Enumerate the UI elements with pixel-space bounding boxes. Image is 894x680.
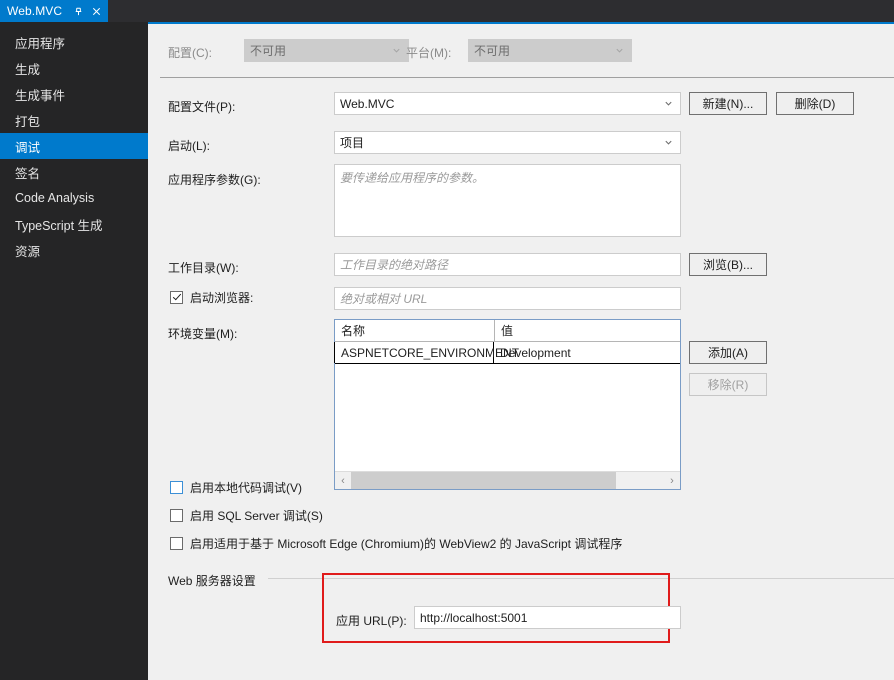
launch-label: 启动(L):	[168, 139, 211, 153]
launch-browser-label: 启动浏览器:	[190, 291, 254, 305]
table-row[interactable]: ASPNETCORE_ENVIRONMENT Development	[334, 342, 680, 364]
enable-webview2-js-debugging-label: 启用适用于基于 Microsoft Edge (Chromium)的 WebVi…	[190, 537, 623, 551]
browser-url-input[interactable]: 绝对或相对 URL	[334, 287, 681, 310]
table-horizontal-scrollbar[interactable]: ‹ ›	[335, 471, 680, 489]
sidebar-item-label: 生成	[15, 62, 41, 77]
platform-value: 不可用	[474, 44, 511, 58]
launch-browser-checkbox[interactable]	[170, 291, 183, 304]
tab-strip: Web.MVC	[0, 0, 894, 22]
sidebar-item-label: 生成事件	[15, 88, 66, 103]
enable-native-debugging-row[interactable]: 启用本地代码调试(V)	[170, 479, 302, 496]
launch-dropdown[interactable]: 项目	[334, 131, 681, 154]
sidebar-item-signing[interactable]: 签名	[0, 159, 148, 185]
chevron-down-icon	[665, 140, 672, 145]
sidebar-item-label: 签名	[15, 166, 41, 181]
enable-sql-server-debugging-label: 启用 SQL Server 调试(S)	[190, 509, 323, 523]
category-sidebar: 应用程序 生成 生成事件 打包 调试 签名 Code Analysis Type…	[0, 22, 157, 680]
platform-label: 平台(M):	[406, 46, 452, 60]
enable-webview2-js-debugging-row[interactable]: 启用适用于基于 Microsoft Edge (Chromium)的 WebVi…	[170, 535, 622, 552]
table-cell-name: ASPNETCORE_ENVIRONMENT	[334, 342, 519, 363]
add-env-var-button[interactable]: 添加(A)	[689, 341, 767, 364]
profile-value: Web.MVC	[340, 96, 395, 111]
scrollbar-thumb[interactable]	[351, 472, 616, 489]
profile-label: 配置文件(P):	[168, 100, 236, 114]
environment-variables-label: 环境变量(M):	[168, 327, 238, 341]
enable-native-debugging-label: 启用本地代码调试(V)	[190, 481, 302, 495]
tab-web-mvc[interactable]: Web.MVC	[0, 0, 108, 22]
table-cell-value: Development	[500, 345, 571, 360]
sidebar-item-label: 资源	[15, 244, 41, 259]
remove-env-var-button[interactable]: 移除(R)	[689, 373, 767, 396]
app-arguments-placeholder: 要传递给应用程序的参数。	[340, 171, 485, 185]
sidebar-top-spacer	[0, 22, 148, 29]
enable-sql-server-debugging-row[interactable]: 启用 SQL Server 调试(S)	[170, 507, 323, 524]
enable-native-debugging-checkbox[interactable]	[170, 481, 183, 494]
sidebar-item-build[interactable]: 生成	[0, 55, 148, 81]
app-url-value: http://localhost:5001	[420, 610, 528, 625]
table-header-name: 名称	[335, 320, 495, 341]
platform-dropdown[interactable]: 不可用	[468, 39, 632, 62]
scroll-right-arrow-icon[interactable]: ›	[664, 473, 680, 489]
project-properties-window: Web.MVC 应用程序 生成 生成事件 打包 调试 签名 Code Analy…	[0, 0, 894, 680]
sidebar-item-application[interactable]: 应用程序	[0, 29, 148, 55]
sidebar-item-label: TypeScript 生成	[15, 218, 103, 233]
table-header-value: 值	[501, 324, 514, 338]
browse-button[interactable]: 浏览(B)...	[689, 253, 767, 276]
sidebar-item-label: 打包	[15, 114, 41, 129]
sidebar-item-label: Code Analysis	[15, 191, 95, 205]
web-server-section-label: Web 服务器设置	[168, 574, 256, 588]
sidebar-item-resources[interactable]: 资源	[0, 237, 148, 263]
sidebar-item-label: 调试	[15, 140, 41, 155]
app-arguments-label: 应用程序参数(G):	[168, 173, 261, 187]
launch-value: 项目	[340, 136, 365, 150]
sidebar-item-package[interactable]: 打包	[0, 107, 148, 133]
sidebar-item-build-events[interactable]: 生成事件	[0, 81, 148, 107]
tab-icon-group	[73, 6, 102, 17]
app-url-label: 应用 URL(P):	[336, 614, 407, 628]
sidebar-item-debug[interactable]: 调试	[0, 133, 157, 159]
configuration-label: 配置(C):	[168, 46, 212, 60]
launch-browser-checkbox-row[interactable]: 启动浏览器:	[170, 289, 253, 306]
environment-variables-table[interactable]: 名称 值 ASPNETCORE_ENVIRONMENT Development …	[334, 319, 681, 490]
configuration-dropdown[interactable]: 不可用	[244, 39, 409, 62]
app-arguments-input[interactable]: 要传递给应用程序的参数。	[334, 164, 681, 237]
working-directory-placeholder: 工作目录的绝对路径	[340, 258, 449, 272]
configuration-value: 不可用	[250, 44, 287, 58]
close-icon[interactable]	[91, 6, 102, 17]
top-separator	[160, 77, 894, 78]
debug-settings-pane: 配置(C): 不可用 平台(M): 不可用 配置文件(P): Web.MVC 新…	[148, 24, 894, 680]
working-directory-label: 工作目录(W):	[168, 261, 239, 275]
pin-icon[interactable]	[73, 6, 84, 17]
browser-url-placeholder: 绝对或相对 URL	[340, 292, 428, 306]
table-header-row: 名称 值	[335, 320, 680, 342]
sidebar-item-typescript-build[interactable]: TypeScript 生成	[0, 211, 148, 237]
chevron-down-icon	[616, 48, 623, 53]
tab-title: Web.MVC	[7, 4, 63, 18]
new-profile-button[interactable]: 新建(N)...	[689, 92, 767, 115]
enable-sql-server-debugging-checkbox[interactable]	[170, 509, 183, 522]
sidebar-item-label: 应用程序	[15, 36, 66, 51]
chevron-down-icon	[665, 101, 672, 106]
working-directory-input[interactable]: 工作目录的绝对路径	[334, 253, 681, 276]
app-url-input[interactable]: http://localhost:5001	[414, 606, 681, 629]
profile-dropdown[interactable]: Web.MVC	[334, 92, 681, 115]
delete-profile-button[interactable]: 删除(D)	[776, 92, 854, 115]
scroll-left-arrow-icon[interactable]: ‹	[335, 473, 351, 489]
chevron-down-icon	[393, 48, 400, 53]
enable-webview2-js-debugging-checkbox[interactable]	[170, 537, 183, 550]
sidebar-item-code-analysis[interactable]: Code Analysis	[0, 185, 148, 211]
